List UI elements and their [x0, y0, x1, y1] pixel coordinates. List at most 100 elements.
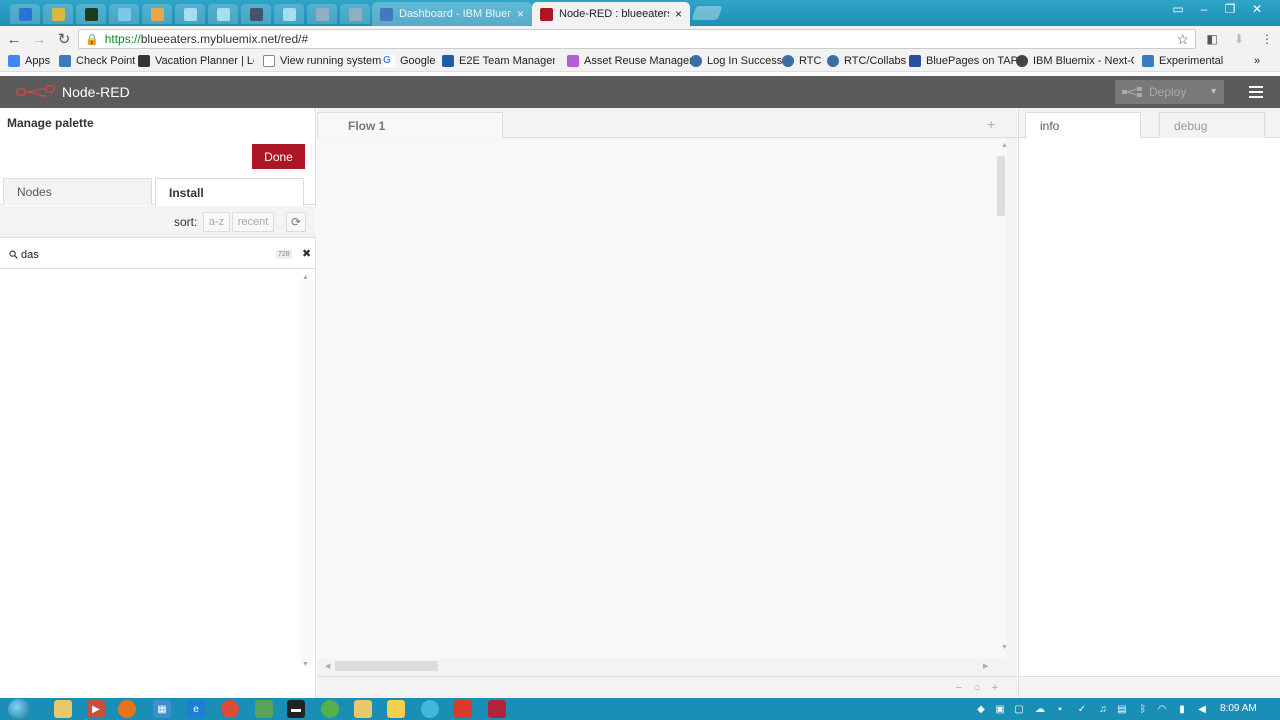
scroll-up-icon[interactable]: ▲	[1001, 142, 1008, 149]
sort-a-z-button[interactable]: a-z	[203, 212, 230, 232]
scroll-left-icon[interactable]: ◀	[325, 662, 330, 670]
refresh-icon[interactable]: ⟳	[286, 212, 306, 232]
address-bar[interactable]: 🔒 https://blueeaters.mybluemix.net/red/#…	[78, 29, 1196, 49]
bookmark-log-in-success[interactable]: Log In Success	[690, 55, 782, 67]
internet-explorer-icon[interactable]: e	[187, 700, 205, 718]
horizontal-scrollbar-thumb[interactable]	[335, 661, 438, 671]
bookmark-google[interactable]: G Google	[383, 55, 435, 67]
bookmark-e2e-team[interactable]: E2E Team Manageme	[442, 55, 555, 67]
file-explorer-icon[interactable]	[54, 700, 72, 718]
notepad-icon[interactable]	[255, 700, 273, 718]
bookmarks-overflow[interactable]: »	[1254, 55, 1260, 67]
pdf-icon[interactable]	[454, 700, 472, 718]
taskbar-clock[interactable]: 8:09 AM	[1220, 703, 1257, 714]
sticky-notes-icon[interactable]	[387, 700, 405, 718]
pinned-tab[interactable]	[175, 4, 205, 24]
chrome-icon[interactable]	[221, 700, 239, 718]
pinned-tab[interactable]	[208, 4, 238, 24]
vertical-scrollbar-thumb[interactable]	[997, 156, 1005, 216]
start-button[interactable]	[8, 699, 30, 719]
bookmark-view-running-system[interactable]: View running system	[263, 55, 381, 67]
tab-debug[interactable]: debug	[1159, 112, 1265, 138]
bookmark-ibm-bluemix[interactable]: IBM Bluemix - Next-G	[1016, 55, 1134, 67]
tab-install[interactable]: Install	[155, 178, 304, 206]
pinned-tab[interactable]	[76, 4, 106, 24]
search-input[interactable]	[21, 248, 251, 262]
done-button[interactable]: Done	[252, 144, 305, 169]
tray-monitor-icon[interactable]: ▣	[994, 703, 1006, 715]
zoom-in-icon[interactable]: +	[988, 681, 1002, 695]
bookmark-rtc[interactable]: RTC	[782, 55, 821, 67]
pinned-tab[interactable]	[274, 4, 304, 24]
tab-nodes[interactable]: Nodes	[3, 178, 152, 205]
forward-arrow-icon[interactable]: →	[28, 28, 50, 50]
bookmark-bluepages[interactable]: BluePages on TAP	[909, 55, 1018, 67]
bookmark-check-point[interactable]: Check Point	[59, 55, 135, 67]
minimize-icon[interactable]: –	[1191, 0, 1217, 18]
package-list	[0, 270, 316, 674]
tray-network-icon[interactable]: ▤	[1116, 703, 1128, 715]
tab-flow-1[interactable]: Flow 1	[317, 112, 503, 138]
close-window-icon[interactable]: ✕	[1244, 0, 1270, 18]
tray-note-icon[interactable]: ♫	[1097, 703, 1109, 715]
hamburger-menu-icon[interactable]	[1242, 80, 1270, 104]
browser-tab-node-red[interactable]: Node-RED : blueeaters.m ×	[532, 2, 690, 26]
pinned-tab[interactable]	[10, 4, 40, 24]
pinned-tab[interactable]	[241, 4, 271, 24]
pinned-tab[interactable]	[142, 4, 172, 24]
bookmark-asset-reuse[interactable]: Asset Reuse Manager	[567, 55, 693, 67]
browser-tab-dashboard[interactable]: Dashboard - IBM Bluemi ×	[372, 2, 532, 26]
globe-icon[interactable]	[421, 700, 439, 718]
add-flow-icon[interactable]: +	[987, 116, 995, 132]
notes-icon[interactable]	[354, 700, 372, 718]
bookmark-vacation-planner[interactable]: Vacation Planner | Lo	[138, 55, 254, 67]
scroll-up-icon[interactable]: ▲	[302, 274, 309, 281]
tab-info[interactable]: info	[1025, 112, 1141, 138]
firefox-icon[interactable]	[118, 700, 136, 718]
snagit-icon[interactable]	[488, 700, 506, 718]
sort-recent-button[interactable]: recent	[232, 212, 274, 232]
paw-icon	[150, 7, 164, 21]
close-tab-icon[interactable]: ×	[675, 7, 682, 21]
flow-canvas[interactable]	[317, 139, 1007, 659]
terminal-icon[interactable]: ▬	[287, 700, 305, 718]
package-list-scrollbar[interactable]	[300, 280, 314, 664]
bookmark-experimental[interactable]: Experimental	[1142, 55, 1223, 67]
tray-wifi-icon[interactable]: ◠	[1156, 703, 1168, 715]
tray-check-icon[interactable]: ✓	[1076, 703, 1088, 715]
app-icon[interactable]	[321, 700, 339, 718]
new-tab-button[interactable]	[691, 6, 723, 20]
user-icon[interactable]: ▭	[1165, 0, 1191, 18]
tray-power-icon[interactable]: ▮	[1176, 703, 1188, 715]
pinned-tab[interactable]	[340, 4, 370, 24]
tray-shield-icon[interactable]: ◆	[975, 703, 987, 715]
close-tab-icon[interactable]: ×	[517, 7, 524, 21]
tray-box-icon[interactable]: ▢	[1013, 703, 1025, 715]
pinned-tab[interactable]	[109, 4, 139, 24]
back-arrow-icon[interactable]: ←	[3, 28, 25, 50]
zoom-reset-icon[interactable]: ○	[970, 681, 984, 695]
calculator-icon[interactable]: ▦	[153, 700, 171, 718]
deploy-button[interactable]: Deploy ▼	[1115, 80, 1224, 104]
extension-icon[interactable]: ⬇	[1230, 30, 1248, 48]
scroll-down-icon[interactable]: ▼	[302, 661, 309, 668]
clear-search-icon[interactable]: ✖	[302, 247, 311, 260]
pinned-tab[interactable]	[307, 4, 337, 24]
chrome-menu-icon[interactable]: ⋮	[1258, 30, 1276, 48]
star-icon[interactable]: ☆	[1176, 31, 1189, 48]
media-player-icon[interactable]: ▶	[87, 700, 105, 718]
bookmark-apps[interactable]: Apps	[8, 55, 50, 67]
pinned-tab[interactable]	[43, 4, 73, 24]
extension-icon[interactable]: ◧	[1203, 30, 1221, 48]
zoom-out-icon[interactable]: −	[952, 681, 966, 695]
tray-bluetooth-icon[interactable]: ᛒ	[1137, 703, 1149, 715]
tray-cloud-icon[interactable]: ☁	[1034, 703, 1046, 715]
tray-volume-icon[interactable]: ◀	[1196, 703, 1208, 715]
restore-icon[interactable]: ❐	[1217, 0, 1243, 18]
caret-down-icon[interactable]: ▼	[1209, 86, 1218, 96]
scroll-down-icon[interactable]: ▼	[1001, 644, 1008, 651]
scroll-right-icon[interactable]: ▶	[983, 662, 988, 670]
tray-square-icon[interactable]: ▪	[1054, 703, 1066, 715]
reload-icon[interactable]: ↻	[53, 28, 75, 50]
bookmark-rtc-collabs[interactable]: RTC/Collabs	[827, 55, 906, 67]
